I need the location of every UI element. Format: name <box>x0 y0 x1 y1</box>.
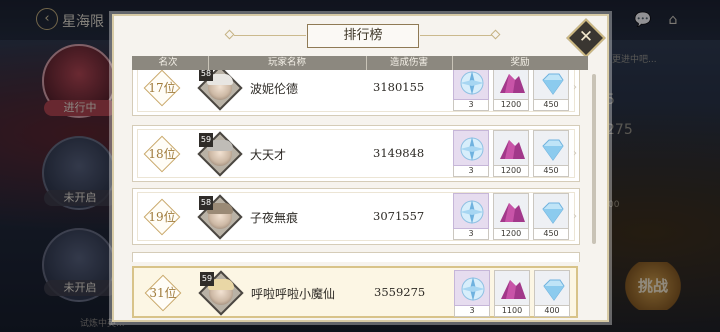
reward-item[interactable]: 1200 <box>493 130 529 177</box>
rank-badge: 18位 <box>143 135 181 173</box>
rank-badge: 17位 <box>143 70 181 107</box>
modal-title: 排行榜 <box>307 24 419 48</box>
rank-text: 31位 <box>149 286 177 300</box>
player-level: 59 <box>199 133 213 147</box>
rank-text: 19位 <box>148 210 176 224</box>
player-name: 子夜無痕 <box>250 211 299 225</box>
reward-qty: 3 <box>454 306 490 317</box>
title-divider <box>234 35 306 36</box>
reward-item[interactable]: 1100 <box>494 270 530 317</box>
reward-item[interactable]: 3 <box>453 130 489 177</box>
table-header: 名次 玩家名称 造成伤害 奖励 <box>132 56 588 70</box>
header-reward: 奖励 <box>510 57 530 68</box>
damage-value: 3149848 <box>373 146 425 160</box>
reward-qty: 450 <box>533 100 569 111</box>
rank-text: 18位 <box>148 147 176 161</box>
close-icon[interactable]: ✕ <box>575 26 597 48</box>
reward-qty: 3 <box>453 166 489 177</box>
divider-diamond <box>224 29 235 40</box>
player-level: 58 <box>199 70 213 81</box>
reward-qty: 3 <box>453 229 489 240</box>
reward-item[interactable]: 450 <box>533 193 569 240</box>
player-avatar[interactable]: 59 <box>197 131 243 177</box>
title-divider <box>420 35 492 36</box>
purple-ore-icon <box>500 203 525 222</box>
rank-text: 17位 <box>148 81 176 95</box>
reward-qty: 450 <box>533 166 569 177</box>
reward-item[interactable]: 3 <box>454 270 490 317</box>
rank-row: 19位 58 子夜無痕 3071557 3 1200 450 › <box>132 188 580 245</box>
compass-crystal-icon <box>461 277 485 301</box>
reward-item[interactable]: 450 <box>533 130 569 177</box>
reward-item[interactable]: 400 <box>534 270 570 317</box>
player-level: 58 <box>199 196 213 210</box>
rank-row <box>132 252 580 262</box>
purple-ore-icon <box>500 140 525 159</box>
player-name: 大天才 <box>250 148 287 162</box>
rank-row: 17位 58 波妮伦德 3180155 3 1200 450 › <box>132 70 580 116</box>
reward-item[interactable]: 1200 <box>493 193 529 240</box>
damage-value: 3071557 <box>373 209 425 223</box>
row-arrow-icon: › <box>573 82 577 93</box>
row-arrow-icon: › <box>573 148 577 159</box>
reward-qty: 1200 <box>493 166 529 177</box>
my-rank-row: 31位 59 呼啦呼啦小魔仙 3559275 3 1100 400 <box>132 266 578 318</box>
compass-crystal-icon <box>460 200 484 224</box>
player-name: 波妮伦德 <box>250 82 299 96</box>
blue-gem-icon <box>542 202 564 224</box>
player-avatar[interactable]: 58 <box>197 194 243 240</box>
reward-qty: 1200 <box>493 229 529 240</box>
blue-gem-icon <box>543 279 565 301</box>
reward-qty: 450 <box>533 229 569 240</box>
reward-qty: 1100 <box>494 306 530 317</box>
divider-diamond <box>490 29 501 40</box>
compass-crystal-icon <box>460 71 484 95</box>
compass-crystal-icon <box>460 137 484 161</box>
rank-badge: 31位 <box>144 274 182 312</box>
purple-ore-icon <box>500 74 525 93</box>
reward-item[interactable]: 450 <box>533 70 569 111</box>
player-level: 59 <box>200 272 214 286</box>
list-scrollbar[interactable] <box>592 74 596 244</box>
purple-ore-icon <box>501 280 526 299</box>
rank-badge: 19位 <box>143 198 181 236</box>
reward-qty: 1200 <box>493 100 529 111</box>
header-rank: 名次 <box>158 57 178 68</box>
row-arrow-icon: › <box>573 211 577 222</box>
header-damage: 造成伤害 <box>389 57 428 68</box>
rank-list[interactable]: 17位 58 波妮伦德 3180155 3 1200 450 › 18位 59 … <box>132 70 588 320</box>
reward-qty: 400 <box>534 306 570 317</box>
rank-row: 18位 59 大天才 3149848 3 1200 450 › <box>132 125 580 182</box>
damage-value: 3180155 <box>373 80 425 94</box>
leaderboard-modal: 排行榜 ✕ 名次 玩家名称 造成伤害 奖励 17位 58 波妮伦德 318015… <box>112 14 609 322</box>
header-player: 玩家名称 <box>267 57 306 68</box>
player-name: 呼啦呼啦小魔仙 <box>251 287 336 301</box>
reward-item[interactable]: 1200 <box>493 70 529 111</box>
reward-qty: 3 <box>453 100 489 111</box>
reward-item[interactable]: 3 <box>453 70 489 111</box>
blue-gem-icon <box>542 139 564 161</box>
blue-gem-icon <box>542 73 564 95</box>
player-avatar[interactable]: 59 <box>198 270 244 316</box>
player-avatar[interactable]: 58 <box>197 70 243 111</box>
damage-value: 3559275 <box>374 285 426 299</box>
reward-item[interactable]: 3 <box>453 193 489 240</box>
